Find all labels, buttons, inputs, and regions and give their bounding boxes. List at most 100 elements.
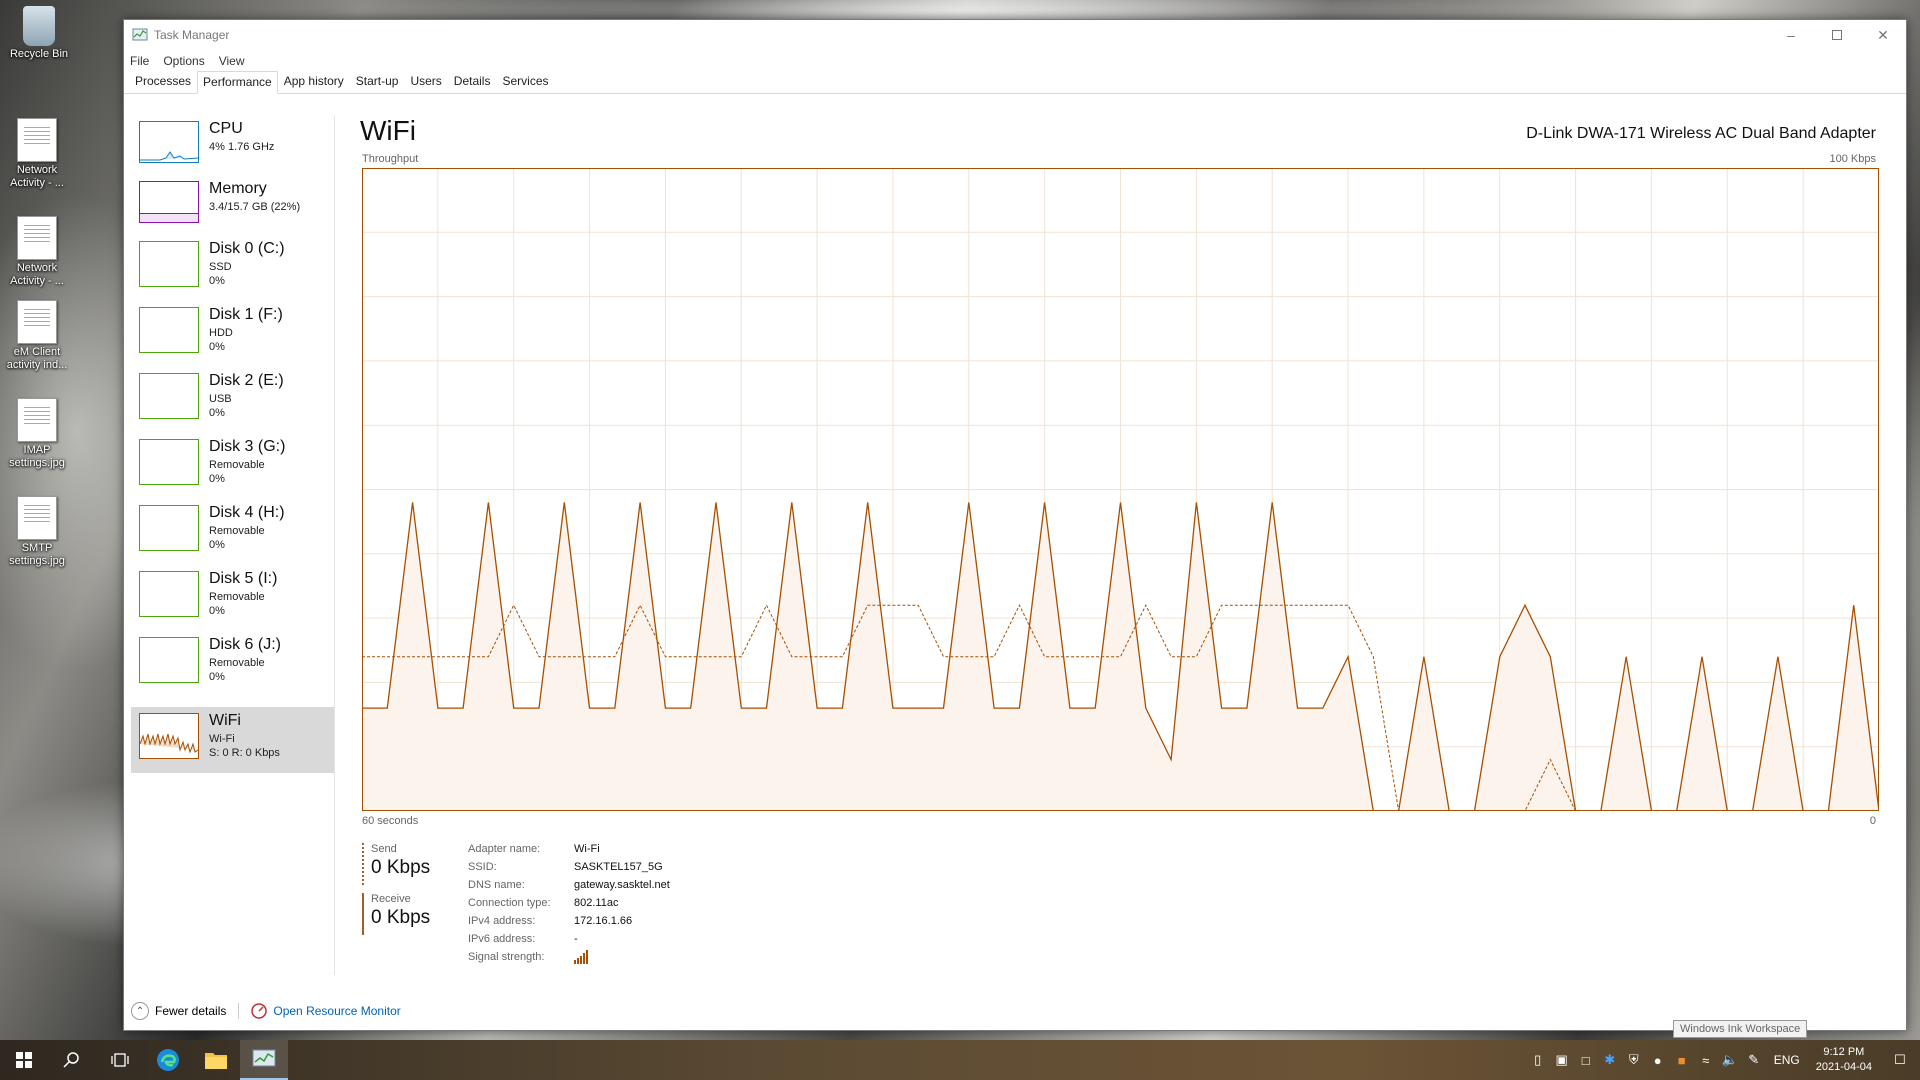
adapter-properties: Adapter name: Wi-Fi SSID: SASKTEL157_5G DN…: [468, 840, 670, 966]
desktop-icons: Recycle Bin Network Activity - ... Netwo…: [0, 0, 122, 1040]
desktop-icon-network-activity-2[interactable]: Network Activity - ...: [0, 216, 74, 288]
tray-device-icon[interactable]: ▯: [1526, 1052, 1550, 1068]
disk-thumbnail-graph: [139, 241, 199, 287]
shortcut-icon: [17, 118, 57, 162]
tab-start-up[interactable]: Start-up: [350, 70, 405, 93]
sidebar-item-detail: 3.4/15.7 GB (22%): [209, 201, 301, 213]
windows-ink-icon[interactable]: ✎: [1742, 1052, 1766, 1068]
document-icon: [17, 300, 57, 344]
sidebar-item-disk-4[interactable]: Disk 4 (H:) Removable 0%: [131, 499, 335, 563]
sidebar-item-disk-2[interactable]: Disk 2 (E:) USB 0%: [131, 367, 335, 431]
sidebar-item-detail: 4% 1.76 GHz: [209, 141, 275, 153]
sidebar-item-disk-1[interactable]: Disk 1 (F:) HDD 0%: [131, 301, 335, 365]
tab-app-history[interactable]: App history: [278, 70, 350, 93]
open-resource-monitor-link[interactable]: Open Resource Monitor: [273, 1004, 400, 1018]
desktop-icon-smtp-settings[interactable]: SMTP settings.jpg: [0, 496, 74, 568]
system-tray: ▯ ▣ □ ✱ ⛨ ● ■ ≈ 🔈 ✎ ENG 9:12 PM 2021-04-…: [1526, 1040, 1920, 1080]
title-bar[interactable]: Task Manager – ✕: [124, 20, 1906, 50]
taskbar-edge[interactable]: [144, 1040, 192, 1080]
taskbar-file-explorer[interactable]: [192, 1040, 240, 1080]
desktop-icon-recycle-bin[interactable]: Recycle Bin: [2, 6, 76, 61]
recycle-bin-icon: [23, 6, 55, 46]
tab-services[interactable]: Services: [496, 70, 554, 93]
search-button[interactable]: [48, 1040, 96, 1080]
sidebar-divider: [334, 115, 335, 975]
task-manager-window: Task Manager – ✕ File Options View Proce…: [123, 19, 1907, 1031]
throughput-label: Throughput: [362, 153, 419, 165]
clock-time: 9:12 PM: [1823, 1046, 1865, 1058]
wifi-icon[interactable]: ≈: [1694, 1053, 1718, 1068]
desktop-icon-network-activity-1[interactable]: Network Activity - ...: [0, 118, 74, 190]
security-shield-icon[interactable]: ⛨: [1622, 1052, 1646, 1068]
clock-date: 2021-04-04: [1815, 1061, 1872, 1073]
window-title: Task Manager: [154, 28, 230, 42]
tab-details[interactable]: Details: [448, 70, 497, 93]
receive-label: Receive: [371, 893, 411, 905]
tab-users[interactable]: Users: [404, 70, 447, 93]
desktop-icon-imap-settings[interactable]: IMAP settings.jpg: [0, 398, 74, 470]
desktop-icon-em-client[interactable]: eM Client activity ind...: [0, 300, 74, 372]
sidebar-item-name: Disk 0 (C:): [209, 240, 285, 257]
tray-meet-icon[interactable]: ▣: [1550, 1052, 1574, 1068]
close-button[interactable]: ✕: [1860, 20, 1906, 50]
fewer-details-link[interactable]: Fewer details: [155, 1004, 226, 1018]
signal-strength-icon: [574, 950, 588, 964]
performance-sidebar: CPU 4% 1.76 GHz Memory 3.4/15.7 GB (22%)…: [127, 115, 337, 935]
resource-monitor-icon: [251, 1003, 268, 1019]
menu-bar: File Options View: [124, 50, 1906, 72]
maximize-button[interactable]: [1814, 20, 1860, 50]
sidebar-item-detail: HDD 0%: [209, 327, 233, 353]
tab-processes[interactable]: Processes: [129, 70, 197, 93]
adapter-name: D-Link DWA-171 Wireless AC Dual Band Ada…: [1526, 125, 1876, 142]
property-row: Adapter name: Wi-Fi: [468, 843, 600, 855]
start-button[interactable]: [0, 1040, 48, 1080]
minimize-icon: –: [1787, 27, 1795, 43]
tab-performance[interactable]: Performance: [197, 71, 278, 94]
windows-logo-icon: [16, 1052, 32, 1068]
memory-thumbnail-graph: [139, 181, 199, 223]
send-stat: Send 0 Kbps: [362, 843, 430, 885]
shortcut-icon: [17, 216, 57, 260]
sidebar-item-name: Disk 2 (E:): [209, 372, 284, 389]
sidebar-item-name: Disk 1 (F:): [209, 306, 283, 323]
sidebar-item-disk-0[interactable]: Disk 0 (C:) SSD 0%: [131, 235, 335, 299]
bluetooth-icon[interactable]: ✱: [1598, 1052, 1622, 1068]
send-label: Send: [371, 843, 397, 855]
task-view-button[interactable]: [96, 1040, 144, 1080]
tray-orange-app-icon[interactable]: ■: [1670, 1053, 1694, 1068]
clock[interactable]: 9:12 PM 2021-04-04: [1808, 1045, 1880, 1075]
task-manager-icon: [252, 1049, 276, 1067]
notifications-icon[interactable]: ☐: [1880, 1052, 1920, 1068]
throughput-graph: [362, 168, 1879, 811]
sidebar-item-detail: Removable 0%: [209, 591, 265, 617]
disk-thumbnail-graph: [139, 637, 199, 683]
menu-file[interactable]: File: [130, 54, 149, 68]
minimize-button[interactable]: –: [1768, 20, 1814, 50]
menu-options[interactable]: Options: [163, 54, 204, 68]
sidebar-item-disk-5[interactable]: Disk 5 (I:) Removable 0%: [131, 565, 335, 629]
sidebar-item-disk-3[interactable]: Disk 3 (G:) Removable 0%: [131, 433, 335, 497]
volume-icon[interactable]: 🔈: [1718, 1052, 1742, 1068]
input-language[interactable]: ENG: [1766, 1053, 1808, 1067]
sidebar-item-cpu[interactable]: CPU 4% 1.76 GHz: [131, 115, 335, 179]
sidebar-item-disk-6[interactable]: Disk 6 (J:) Removable 0%: [131, 631, 335, 695]
receive-value: 0 Kbps: [371, 907, 431, 928]
sidebar-item-detail: Removable 0%: [209, 657, 265, 683]
sidebar-item-name: Disk 5 (I:): [209, 570, 278, 587]
tray-app-icon[interactable]: ●: [1646, 1053, 1670, 1068]
sidebar-item-name: CPU: [209, 120, 243, 137]
taskbar-task-manager[interactable]: [240, 1040, 288, 1080]
cpu-thumbnail-graph: [139, 121, 199, 163]
wifi-thumbnail-graph: [139, 713, 199, 759]
sidebar-item-name: Disk 6 (J:): [209, 636, 281, 653]
sidebar-item-wifi[interactable]: WiFi Wi-Fi S: 0 R: 0 Kbps: [131, 707, 335, 773]
sidebar-item-name: WiFi: [209, 712, 241, 729]
disk-thumbnail-graph: [139, 439, 199, 485]
chevron-up-icon[interactable]: ⌃: [131, 1002, 149, 1020]
sidebar-item-memory[interactable]: Memory 3.4/15.7 GB (22%): [131, 175, 335, 239]
tray-tablet-icon[interactable]: □: [1574, 1053, 1598, 1068]
tab-bar: Processes Performance App history Start-…: [124, 70, 1906, 94]
menu-view[interactable]: View: [219, 54, 245, 68]
search-icon: [63, 1052, 79, 1068]
send-value: 0 Kbps: [371, 857, 431, 878]
